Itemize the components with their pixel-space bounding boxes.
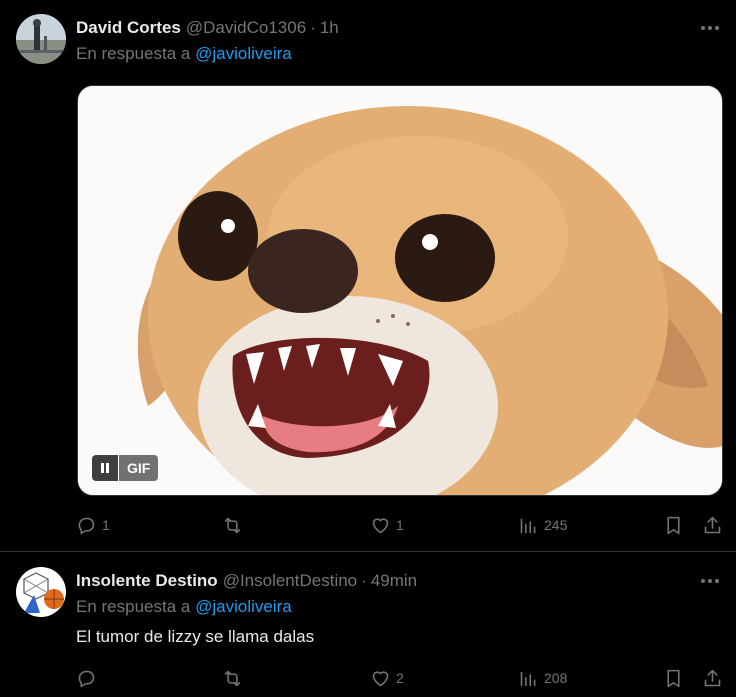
views-count: 245 [544, 517, 568, 533]
views-icon [520, 518, 536, 533]
reply-button[interactable] [76, 663, 102, 693]
reply-button[interactable]: 1 [76, 510, 110, 540]
separator: · [361, 571, 367, 590]
gif-badge: GIF [119, 455, 159, 481]
avatar[interactable] [16, 14, 66, 64]
tweet-actions: 2 208 [76, 663, 724, 693]
bookmark-button[interactable] [663, 663, 684, 693]
dog-gif-image [78, 86, 722, 495]
retweet-button[interactable] [222, 510, 248, 540]
avatar[interactable] [16, 567, 66, 617]
retweet-icon [224, 517, 241, 533]
user-handle[interactable]: @DavidCo1306 [186, 18, 306, 38]
share-icon [704, 516, 721, 533]
reply-context: En respuesta a @javioliveira [76, 44, 292, 64]
views-button[interactable]: 208 [518, 663, 567, 693]
share-button[interactable] [702, 663, 723, 693]
retweet-button[interactable] [222, 663, 248, 693]
tweet[interactable]: David Cortes @DavidCo1306 · 1h En respue… [0, 0, 736, 552]
views-count: 208 [544, 670, 568, 686]
reply-icon [78, 670, 95, 687]
tweet-header: Insolente Destino @InsolentDestino · 49m… [76, 569, 417, 593]
gif-media[interactable]: GIF [77, 85, 723, 496]
reply-mention[interactable]: @javioliveira [195, 44, 292, 63]
like-icon [372, 517, 389, 533]
reply-prefix: En respuesta a [76, 44, 191, 63]
bookmark-button[interactable] [663, 510, 684, 540]
more-icon[interactable] [698, 569, 722, 593]
like-button[interactable]: 1 [370, 510, 404, 540]
bookmark-icon [667, 516, 680, 534]
reply-prefix: En respuesta a [76, 597, 191, 616]
retweet-icon [224, 670, 241, 686]
user-handle[interactable]: @InsolentDestino [223, 571, 357, 591]
views-icon [520, 671, 536, 686]
gif-controls: GIF [92, 455, 159, 481]
display-name[interactable]: Insolente Destino [76, 571, 218, 591]
display-name[interactable]: David Cortes [76, 18, 181, 38]
tweet-text: El tumor de lizzy se llama dalas [76, 627, 315, 646]
like-button[interactable]: 2 [370, 663, 404, 693]
tweet-actions: 1 1 245 [76, 510, 724, 540]
pause-icon[interactable] [92, 455, 118, 481]
like-count: 1 [396, 517, 404, 533]
views-button[interactable]: 245 [518, 510, 567, 540]
reply-count: 1 [102, 517, 110, 533]
like-count: 2 [396, 670, 404, 686]
reply-icon [78, 517, 95, 534]
timestamp[interactable]: 1h [320, 18, 339, 38]
timestamp[interactable]: 49min [371, 571, 417, 591]
bookmark-icon [667, 669, 680, 687]
like-icon [372, 670, 389, 686]
tweet[interactable]: Insolente Destino @InsolentDestino · 49m… [0, 553, 736, 697]
reply-mention[interactable]: @javioliveira [195, 597, 292, 616]
reply-context: En respuesta a @javioliveira [76, 597, 292, 617]
tweet-header: David Cortes @DavidCo1306 · 1h [76, 16, 339, 40]
separator: · [310, 18, 316, 37]
share-button[interactable] [702, 510, 723, 540]
more-icon[interactable] [698, 16, 722, 40]
share-icon [704, 669, 721, 686]
